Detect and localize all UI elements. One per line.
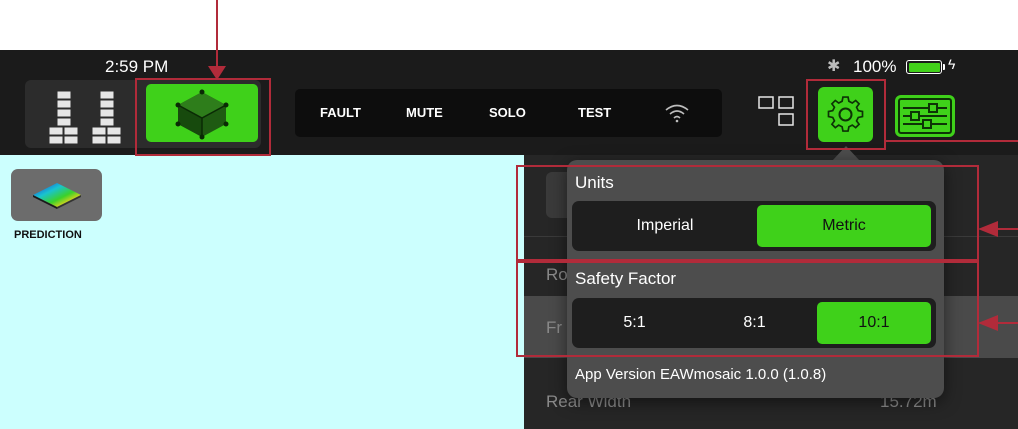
screenshot-stage: 2:59 PM ✱ 100% ϟ FAULT MUTE SOLO TEST PR… <box>0 0 1018 429</box>
battery-tip <box>943 64 945 70</box>
app-version-text: App Version EAWmosaic 1.0.0 (1.0.8) <box>575 366 827 383</box>
speaker-array-view-button[interactable] <box>25 80 137 148</box>
annotation-arrowhead <box>978 315 998 331</box>
solo-button[interactable]: SOLO <box>489 105 526 120</box>
charging-icon: ϟ <box>948 56 956 72</box>
prediction-label: PREDICTION <box>14 229 82 241</box>
bluetooth-icon: ✱ <box>827 58 841 75</box>
sliders-icon <box>898 98 952 134</box>
annotation-box-safety-factor <box>516 261 979 357</box>
annotation-box-settings <box>806 79 886 150</box>
prediction-map-icon <box>33 183 81 209</box>
test-button[interactable]: TEST <box>578 105 611 120</box>
mixer-button[interactable] <box>895 95 955 137</box>
status-time: 2:59 PM <box>105 57 169 76</box>
speaker-array-icon <box>48 90 122 145</box>
battery-icon <box>906 60 942 74</box>
wifi-icon[interactable] <box>664 103 690 128</box>
annotation-arrowhead <box>978 221 998 237</box>
annotation-line-settings <box>886 140 1018 142</box>
annotation-line-units <box>996 228 1018 230</box>
annotation-line-safety <box>996 322 1018 324</box>
battery-percent: 100% <box>853 57 897 76</box>
annotation-box-units <box>516 165 979 261</box>
annotation-arrow-line <box>216 0 218 70</box>
layout-icon[interactable] <box>758 96 796 135</box>
annotation-box-3d-view <box>135 78 271 156</box>
mute-button[interactable]: MUTE <box>406 105 443 120</box>
prediction-button[interactable] <box>11 169 102 221</box>
fault-button[interactable]: FAULT <box>320 105 361 120</box>
